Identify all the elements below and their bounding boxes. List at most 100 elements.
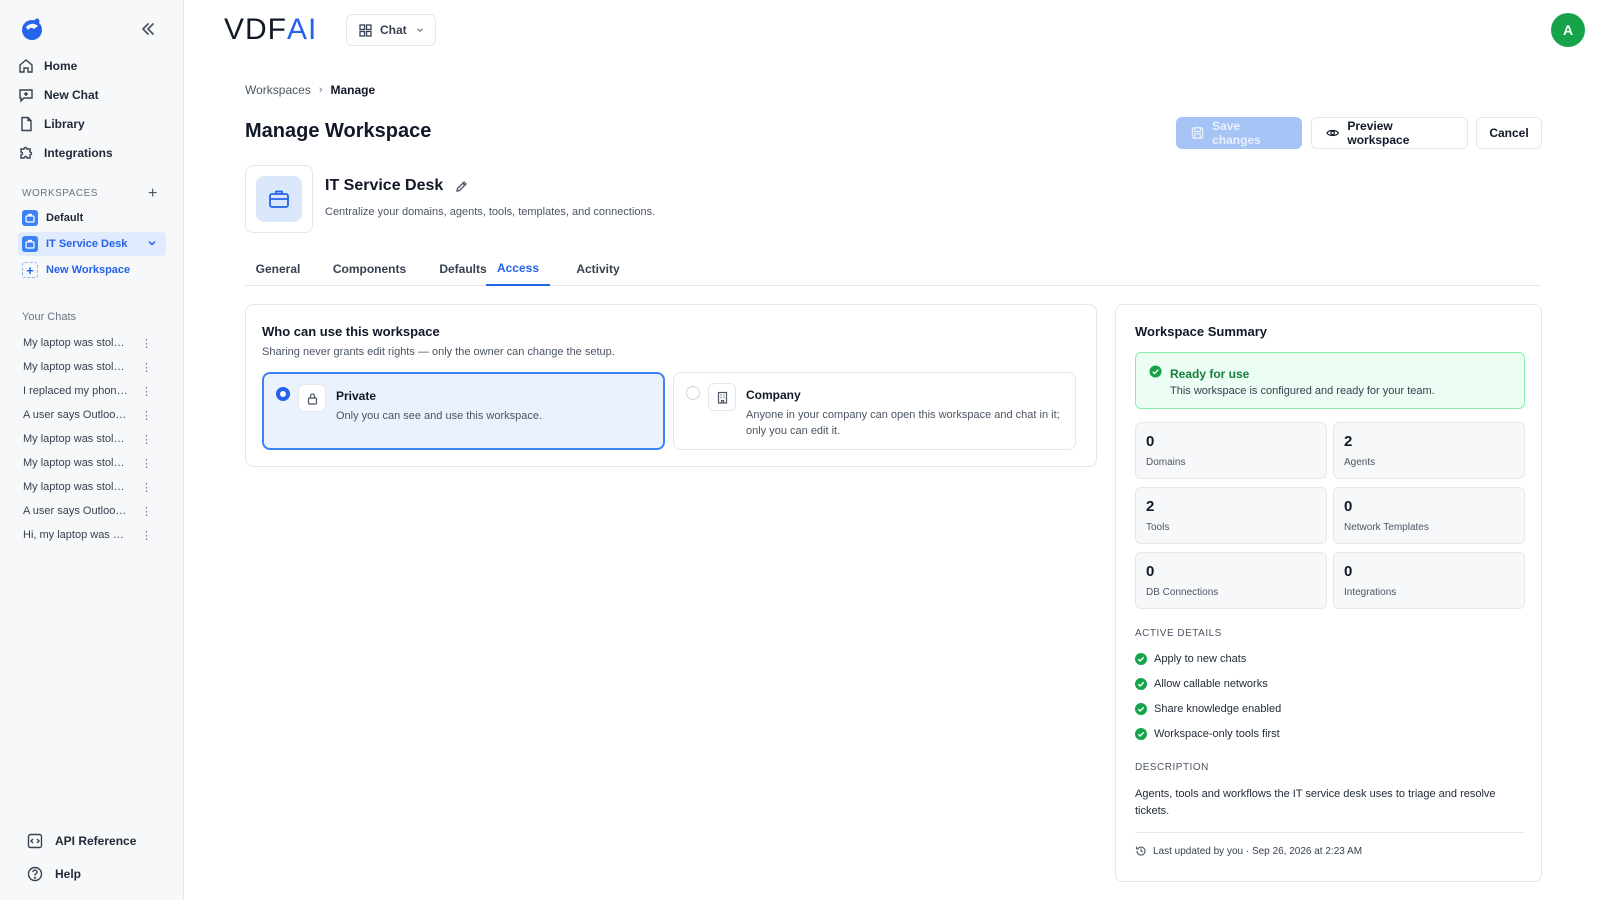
chat-item[interactable]: Hi, my laptop was stolen ⋮ bbox=[23, 525, 152, 545]
workspace-name: IT Service Desk bbox=[325, 177, 468, 195]
nav-new-chat[interactable]: New Chat bbox=[18, 83, 99, 107]
access-title: Who can use this workspace bbox=[262, 324, 440, 339]
new-workspace-label: New Workspace bbox=[46, 264, 131, 276]
more-options-icon[interactable]: ⋮ bbox=[141, 361, 152, 374]
preview-workspace-button[interactable]: Preview workspace bbox=[1311, 117, 1468, 149]
access-option-company[interactable]: Company Anyone in your company can open … bbox=[673, 372, 1076, 450]
nav-library[interactable]: Library bbox=[18, 112, 85, 136]
page-title: Manage Workspace bbox=[245, 120, 432, 142]
tab-general[interactable]: General bbox=[245, 252, 311, 286]
chevron-down-icon bbox=[416, 28, 423, 33]
chat-item[interactable]: A user says Outlook keeps crashing ⋮ bbox=[23, 405, 152, 425]
ready-subtitle: This workspace is configured and ready f… bbox=[1170, 385, 1435, 397]
company-title: Company bbox=[746, 388, 801, 402]
save-changes-button[interactable]: Save changes bbox=[1176, 117, 1302, 149]
preview-workspace-label: Preview workspace bbox=[1347, 119, 1410, 147]
collapse-sidebar-icon[interactable] bbox=[139, 20, 157, 38]
cancel-label: Cancel bbox=[1489, 126, 1529, 140]
workspaces-section-label: WORKSPACES bbox=[22, 188, 98, 199]
chat-item[interactable]: My laptop was stolen from my car ⋮ bbox=[23, 429, 152, 449]
private-radio[interactable] bbox=[276, 387, 290, 401]
workspace-item-it-service-desk[interactable]: IT Service Desk bbox=[18, 232, 166, 256]
workspace-icon-tile[interactable] bbox=[245, 165, 313, 233]
breadcrumb-workspaces[interactable]: Workspaces bbox=[245, 83, 311, 97]
detail-item: Workspace-only tools first bbox=[1135, 726, 1280, 742]
workspace-item-label: IT Service Desk bbox=[46, 238, 128, 250]
stat-agents: 2 Agents bbox=[1333, 422, 1525, 479]
nav-integrations[interactable]: Integrations bbox=[18, 141, 113, 165]
pencil-icon[interactable] bbox=[455, 180, 468, 193]
access-subtitle: Sharing never grants edit rights — only … bbox=[262, 346, 615, 358]
last-updated: Last updated by you · Sep 26, 2026 at 2:… bbox=[1135, 845, 1362, 857]
briefcase-icon bbox=[256, 176, 302, 222]
tab-access[interactable]: Access bbox=[486, 252, 550, 286]
description-label: DESCRIPTION bbox=[1135, 762, 1209, 773]
chevron-down-icon[interactable] bbox=[146, 237, 158, 249]
active-details-label: ACTIVE DETAILS bbox=[1135, 628, 1222, 639]
app-switcher-dropdown[interactable]: Chat bbox=[346, 14, 436, 46]
add-workspace-button[interactable]: + bbox=[148, 186, 157, 202]
more-options-icon[interactable]: ⋮ bbox=[141, 457, 152, 470]
more-options-icon[interactable]: ⋮ bbox=[141, 505, 152, 518]
user-avatar[interactable]: A bbox=[1551, 13, 1585, 47]
check-circle-icon bbox=[1135, 728, 1147, 740]
check-circle-icon bbox=[1135, 703, 1147, 715]
api-reference-label: API Reference bbox=[55, 834, 137, 848]
chat-item[interactable]: My laptop was stolen at the airport ⋮ bbox=[23, 453, 152, 473]
sidebar: Home New Chat Library Integrations WORKS… bbox=[0, 0, 184, 900]
more-options-icon[interactable]: ⋮ bbox=[141, 481, 152, 494]
stat-label: Tools bbox=[1146, 522, 1170, 533]
new-workspace-button[interactable]: + New Workspace bbox=[18, 258, 166, 282]
cancel-button[interactable]: Cancel bbox=[1476, 117, 1542, 149]
divider bbox=[1135, 832, 1525, 833]
help-icon bbox=[27, 866, 43, 882]
stat-network-templates: 0 Network Templates bbox=[1333, 487, 1525, 544]
brand-logo[interactable]: VDF AI bbox=[224, 13, 317, 46]
chat-title: My laptop was stolen at the airport bbox=[23, 457, 129, 469]
detail-text: Allow callable networks bbox=[1154, 678, 1268, 690]
your-chats-label: Your Chats bbox=[22, 311, 77, 323]
brand-main-text: VDF bbox=[224, 13, 287, 46]
more-options-icon[interactable]: ⋮ bbox=[141, 409, 152, 422]
detail-item: Share knowledge enabled bbox=[1135, 701, 1281, 717]
workspace-item-default[interactable]: Default bbox=[18, 206, 166, 230]
company-radio[interactable] bbox=[686, 386, 700, 400]
puzzle-icon bbox=[20, 146, 33, 159]
detail-item: Allow callable networks bbox=[1135, 676, 1268, 692]
chat-item[interactable]: My laptop was stolen this morning ⋮ bbox=[23, 477, 152, 497]
more-options-icon[interactable]: ⋮ bbox=[141, 433, 152, 446]
stat-label: Integrations bbox=[1344, 587, 1397, 598]
new-chat-icon bbox=[19, 89, 33, 103]
summary-description: Agents, tools and workflows the IT servi… bbox=[1135, 788, 1496, 817]
code-icon bbox=[27, 833, 43, 849]
more-options-icon[interactable]: ⋮ bbox=[141, 385, 152, 398]
ready-title: Ready for use bbox=[1170, 367, 1250, 381]
help-label: Help bbox=[55, 867, 82, 881]
chat-title: A user says Outlook keeps crashing bbox=[23, 409, 129, 421]
summary-title: Workspace Summary bbox=[1135, 324, 1267, 339]
chat-item[interactable]: My laptop was stolen and I need help ⋮ bbox=[23, 333, 152, 353]
more-options-icon[interactable]: ⋮ bbox=[141, 529, 152, 542]
nav-library-label: Library bbox=[44, 117, 85, 131]
nav-home[interactable]: Home bbox=[18, 54, 77, 78]
stat-value: 0 bbox=[1344, 563, 1353, 580]
api-reference-link[interactable]: API Reference bbox=[27, 830, 136, 852]
access-option-private[interactable]: Private Only you can see and use this wo… bbox=[262, 372, 665, 450]
grid-icon bbox=[359, 23, 372, 37]
help-link[interactable]: Help bbox=[27, 863, 81, 885]
building-icon bbox=[708, 383, 736, 411]
chat-item[interactable]: I replaced my phone and lost MFA ⋮ bbox=[23, 381, 152, 401]
stat-label: Domains bbox=[1146, 457, 1186, 468]
more-options-icon[interactable]: ⋮ bbox=[141, 337, 152, 350]
tab-components[interactable]: Components bbox=[322, 252, 417, 286]
chat-title: My laptop was stolen and I need help bbox=[23, 337, 129, 349]
app-logo-icon[interactable] bbox=[20, 17, 44, 41]
chat-title: My laptop was stolen from my car bbox=[23, 433, 129, 445]
tab-activity[interactable]: Activity bbox=[563, 252, 633, 286]
chat-item[interactable]: My laptop was stolen yesterday ⋮ bbox=[23, 357, 152, 377]
file-icon bbox=[21, 116, 32, 132]
chat-item[interactable]: A user says Outlook won't open ⋮ bbox=[23, 501, 152, 521]
check-circle-icon bbox=[1135, 653, 1147, 665]
app-switcher-label: Chat bbox=[380, 23, 407, 37]
chat-title: A user says Outlook won't open bbox=[23, 505, 129, 517]
